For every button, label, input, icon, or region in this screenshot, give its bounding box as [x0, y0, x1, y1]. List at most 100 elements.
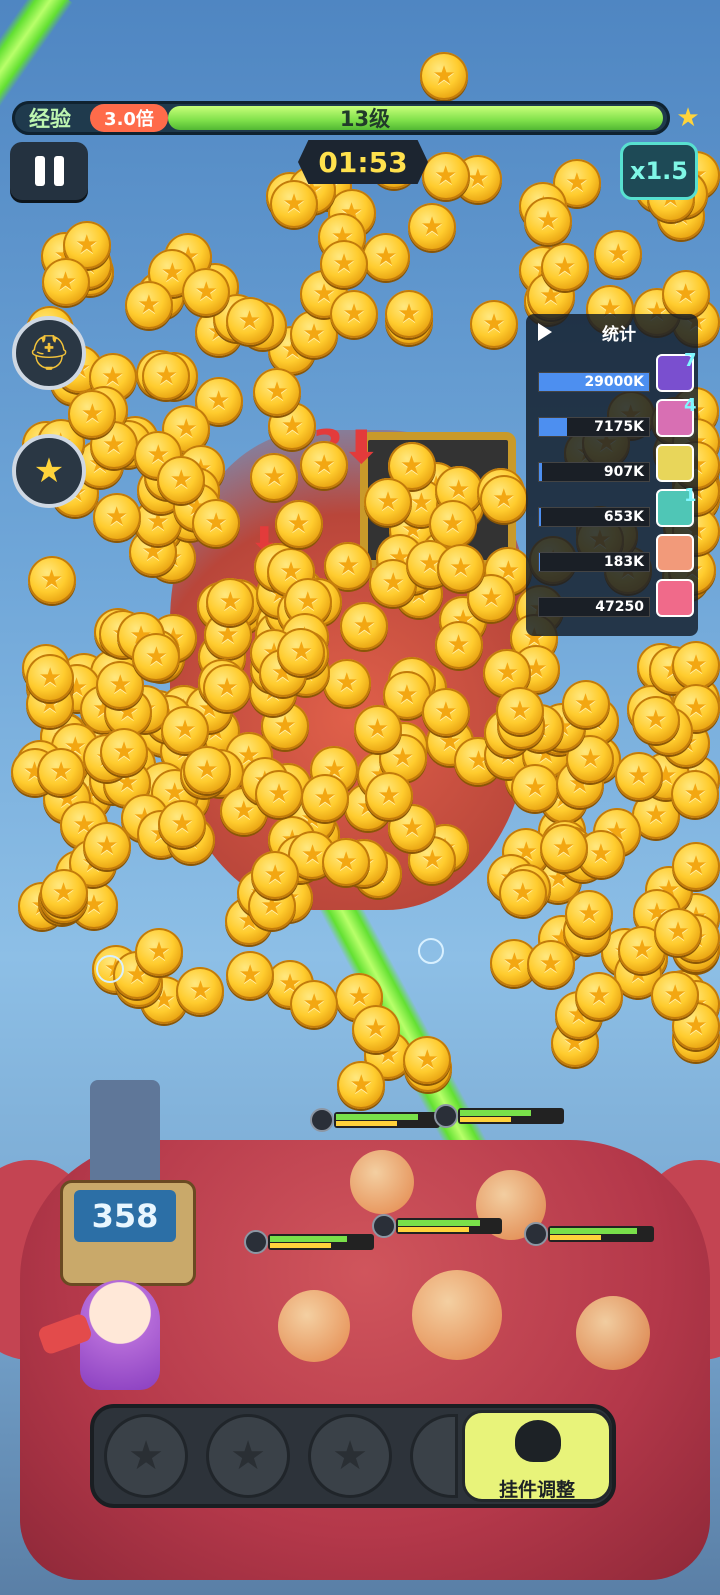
stats-row: 653K 1 [538, 485, 698, 533]
gold-coin [226, 951, 275, 1000]
gold-coin [255, 770, 304, 819]
gold-coin [270, 180, 318, 228]
hero-character[interactable] [278, 1290, 350, 1362]
gold-coin [511, 763, 560, 812]
gold-coin [300, 441, 349, 490]
gold-coin [41, 258, 90, 307]
stats-row: 47250 [538, 579, 698, 623]
gold-coin [124, 281, 173, 330]
gold-coin [253, 368, 302, 417]
exp-multiplier-badge: 3.0倍 [90, 104, 168, 132]
gold-coin [498, 869, 547, 918]
skill-slot[interactable]: ★ [104, 1414, 188, 1498]
gold-coin [39, 869, 88, 918]
star-slot-icon: ★ [128, 1433, 164, 1479]
stats-row: 183K [538, 534, 698, 578]
bubble [96, 955, 124, 983]
gold-coin [158, 800, 207, 849]
hero-hp-bar [372, 1214, 502, 1238]
gold-coin [92, 493, 141, 542]
gold-coin [661, 270, 710, 319]
gold-coin [470, 300, 518, 348]
star-slot-icon: ★ [230, 1433, 266, 1479]
hero-class-icon [372, 1214, 396, 1238]
gold-coin [27, 556, 76, 605]
exp-label: 经验 [29, 107, 71, 131]
gold-coin [37, 748, 86, 797]
gold-coin [182, 268, 231, 317]
hp-fill [460, 1110, 532, 1116]
speed-button[interactable]: x1.5 [620, 142, 698, 200]
energy-fill [460, 1117, 511, 1122]
pilot-character [80, 1280, 160, 1390]
hero-class-icon [524, 1222, 548, 1246]
gold-coin [539, 823, 588, 872]
gold-coin [192, 499, 241, 548]
hero-character[interactable] [576, 1296, 650, 1370]
hero-character[interactable] [412, 1270, 502, 1360]
gold-coin [322, 838, 371, 887]
energy-fill [336, 1121, 398, 1126]
gold-coin [436, 544, 485, 593]
hero-hp-bar [434, 1104, 564, 1128]
hp-fill [398, 1220, 480, 1226]
damage-value: 653K [603, 509, 644, 525]
winged-star-button[interactable]: ★ [12, 434, 86, 508]
game-scene[interactable]: ⬇ 3 ⬇ 经验 3.0倍 13级 ★ 01:53 x1.5 ⛑ ★ 统计 29… [0, 0, 720, 1595]
gold-coin [274, 500, 323, 549]
countdown-timer: 01:53 [298, 140, 428, 184]
play-triangle-icon[interactable] [538, 323, 552, 341]
gold-coin [290, 980, 339, 1029]
hero-character[interactable] [350, 1150, 414, 1214]
gold-coin [353, 704, 402, 753]
pause-button[interactable] [10, 142, 88, 200]
stats-row: 29000K 7 [538, 350, 698, 398]
gold-coin [250, 452, 299, 501]
damage-value: 7175K [594, 419, 644, 435]
counter-display: 358 [74, 1190, 176, 1242]
gold-coin [565, 890, 614, 939]
winged-star-icon[interactable]: ★ [668, 100, 708, 136]
hero-rank: 1 [684, 485, 697, 506]
gold-coin [142, 352, 191, 401]
gold-coin [672, 640, 720, 689]
winged-star-icon: ★ [33, 451, 65, 491]
gold-coin [651, 971, 700, 1020]
star-slot-icon: ★ [332, 1433, 368, 1479]
gold-coin [614, 752, 663, 801]
counter-machine-stand [90, 1080, 160, 1190]
gold-coin [654, 908, 703, 957]
energy-fill [398, 1227, 470, 1232]
gold-coin [301, 774, 349, 823]
skill-slot[interactable]: ★ [308, 1414, 392, 1498]
gold-coin [385, 290, 433, 338]
hp-fill [550, 1228, 637, 1234]
hp-fill [336, 1114, 418, 1120]
gold-coin [251, 850, 300, 899]
helmet-button[interactable]: ⛑ [12, 316, 86, 390]
gold-coin [277, 627, 326, 676]
damage-value: 907K [603, 464, 644, 480]
gold-coin [26, 653, 75, 702]
gold-coin [479, 475, 528, 524]
gold-coin [100, 727, 149, 776]
gold-coin [351, 1005, 400, 1054]
damage-value: 183K [603, 554, 644, 570]
pause-icon [34, 156, 45, 186]
gold-coin [82, 822, 131, 871]
gold-coin [594, 230, 643, 279]
gold-coin [421, 152, 470, 201]
hero-hp-bar [244, 1230, 374, 1254]
stats-title: 统计 [602, 324, 636, 345]
stats-header[interactable]: 统计 [526, 314, 698, 350]
stats-row: 907K [538, 444, 698, 488]
gold-coin [561, 679, 610, 728]
gold-coin [203, 664, 252, 713]
gold-coin [361, 232, 410, 281]
skill-slot[interactable]: ★ [206, 1414, 290, 1498]
gold-coin [206, 577, 255, 626]
gold-coin [495, 687, 544, 736]
gold-coin [365, 772, 414, 821]
gold-coin [330, 290, 378, 338]
gold-coin [672, 841, 720, 890]
